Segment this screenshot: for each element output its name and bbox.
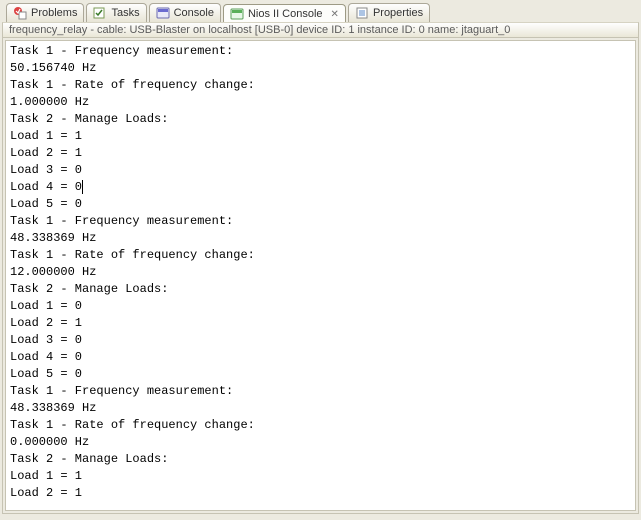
console-line: 1.000000 Hz: [10, 94, 631, 111]
console-line: Task 1 - Rate of frequency change:: [10, 247, 631, 264]
console-line: Load 1 = 1: [10, 468, 631, 485]
close-icon[interactable]: ✕: [331, 9, 339, 20]
properties-icon: [355, 6, 369, 20]
console-icon: [156, 6, 170, 20]
console-line: Load 1 = 1: [10, 128, 631, 145]
console-line: Task 2 - Manage Loads:: [10, 281, 631, 298]
console-line: Task 2 - Manage Loads:: [10, 111, 631, 128]
console-line: Task 1 - Rate of frequency change:: [10, 77, 631, 94]
tasks-icon: [93, 6, 107, 20]
tab-label: Properties: [373, 7, 423, 19]
console-line: Load 3 = 0: [10, 162, 631, 179]
console-line: Task 1 - Frequency measurement:: [10, 383, 631, 400]
tab-nios-ii-console[interactable]: Nios II Console ✕: [223, 4, 346, 22]
tab-bar: Problems Tasks Console Nios II Console ✕ Prop…: [2, 2, 639, 22]
console-line: 48.338369 Hz: [10, 230, 631, 247]
info-bar-text: frequency_relay - cable: USB-Blaster on …: [9, 24, 510, 36]
console-line: Load 5 = 0: [10, 366, 631, 383]
console-line: 12.000000 Hz: [10, 264, 631, 281]
console-line: Load 1 = 0: [10, 298, 631, 315]
tab-console[interactable]: Console: [149, 3, 221, 22]
console-line: Load 5 = 0: [10, 196, 631, 213]
console-line: Task 1 - Rate of frequency change:: [10, 417, 631, 434]
text-caret: [82, 180, 83, 194]
console-line: 48.338369 Hz: [10, 400, 631, 417]
console-line: Load 4 = 0: [10, 349, 631, 366]
tab-problems[interactable]: Problems: [6, 3, 84, 22]
console-line: Task 1 - Frequency measurement:: [10, 213, 631, 230]
tab-tasks[interactable]: Tasks: [86, 3, 146, 22]
problems-icon: [13, 6, 27, 20]
console-line: 0.000000 Hz: [10, 434, 631, 451]
console-line: Load 2 = 1: [10, 485, 631, 502]
console-line: Load 2 = 1: [10, 145, 631, 162]
console-wrap: Task 1 - Frequency measurement:50.156740…: [2, 38, 639, 514]
tab-label: Tasks: [111, 7, 139, 19]
console-line: Task 2 - Manage Loads:: [10, 451, 631, 468]
console-line: Load 4 = 0: [10, 179, 631, 196]
tab-label: Problems: [31, 7, 77, 19]
console-line: Task 1 - Frequency measurement:: [10, 43, 631, 60]
console-output[interactable]: Task 1 - Frequency measurement:50.156740…: [5, 40, 636, 511]
tab-label: Nios II Console: [248, 8, 323, 20]
console-line: 50.156740 Hz: [10, 60, 631, 77]
console-line: Load 2 = 1: [10, 315, 631, 332]
tab-label: Console: [174, 7, 214, 19]
console-line: Load 3 = 0: [10, 332, 631, 349]
view-pane: Problems Tasks Console Nios II Console ✕ Prop…: [0, 0, 641, 520]
nios-console-icon: [230, 7, 244, 21]
tab-properties[interactable]: Properties: [348, 3, 430, 22]
console-info-bar: frequency_relay - cable: USB-Blaster on …: [2, 22, 639, 38]
